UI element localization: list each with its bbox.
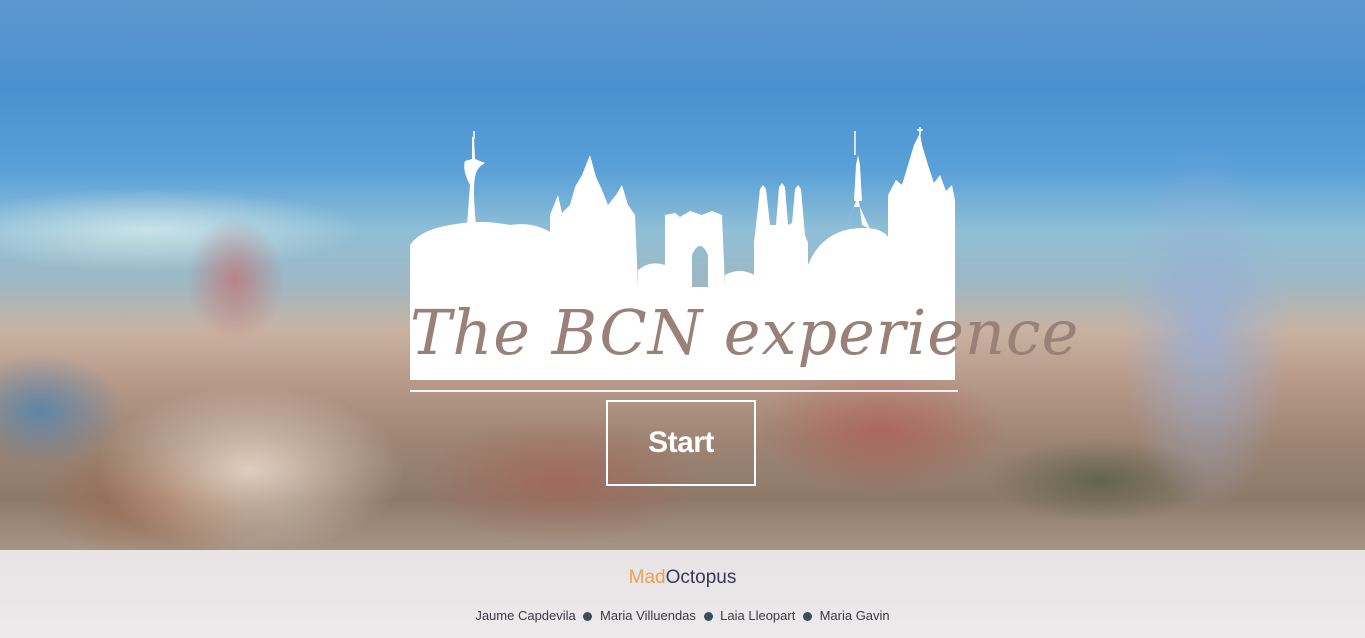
author-name: Maria Gavin	[819, 608, 890, 623]
brand-first: Mad	[628, 567, 666, 588]
bullet-dot-icon	[802, 612, 812, 621]
divider	[410, 390, 958, 392]
bullet-dot-icon	[703, 612, 713, 621]
author-name: Jaume Capdevila	[475, 608, 576, 623]
brand-second: Octopus	[665, 567, 737, 588]
landing-page: The BCN experience Start MadOctopus Jaum…	[0, 0, 1365, 638]
logo: The BCN experience	[410, 125, 1080, 380]
bullet-dot-icon	[583, 612, 593, 621]
footer: MadOctopus Jaume Capdevila Maria Villuen…	[0, 550, 1365, 638]
author-name: Laia Lleopart	[720, 608, 796, 623]
start-button[interactable]: Start	[606, 400, 756, 486]
author-name: Maria Villuendas	[600, 608, 696, 623]
hero: The BCN experience Start	[410, 125, 1080, 486]
logo-title: The BCN experience	[410, 296, 1080, 369]
authors-list: Jaume Capdevila Maria Villuendas Laia Ll…	[0, 607, 1365, 625]
brand: MadOctopus	[0, 566, 1365, 590]
